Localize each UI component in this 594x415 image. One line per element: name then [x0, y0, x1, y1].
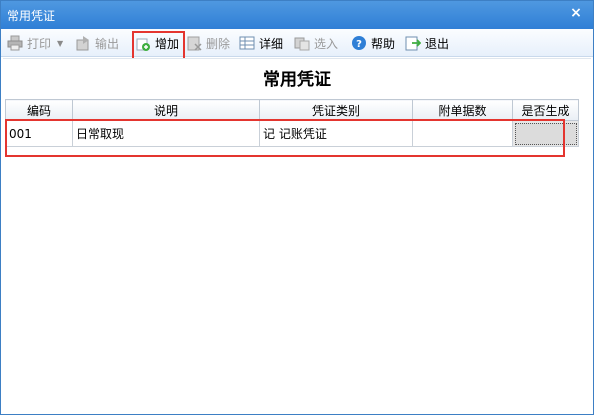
select-in-button[interactable]: 选入: [294, 33, 338, 53]
title-bar: 常用凭证 ×: [1, 1, 593, 29]
table-header-row: 编码 说明 凭证类别 附单据数 是否生成: [5, 99, 579, 121]
exit-label: 退出: [425, 36, 450, 51]
print-label: 打印: [27, 36, 52, 51]
add-button-highlight: [132, 31, 185, 60]
help-icon: ?: [351, 35, 367, 51]
column-header-code[interactable]: 编码: [5, 99, 73, 121]
detail-label: 详细: [259, 36, 284, 51]
help-label: 帮助: [371, 36, 396, 51]
chevron-down-icon[interactable]: ▼: [57, 39, 63, 48]
table-icon: [239, 35, 255, 51]
column-header-attachments[interactable]: 附单据数: [412, 99, 513, 121]
column-header-description[interactable]: 说明: [72, 99, 260, 121]
common-voucher-window: 常用凭证 × 打印 ▼ 输出 增加 删除 详细 选入 ? 帮助 退出 常用凭证 …: [0, 0, 594, 415]
delete-button[interactable]: 删除: [186, 33, 230, 53]
print-button[interactable]: 打印 ▼: [7, 33, 63, 53]
exit-icon: [405, 35, 421, 51]
row-highlight: [5, 119, 565, 157]
detail-button[interactable]: 详细: [239, 33, 283, 53]
toolbar: 打印 ▼ 输出 增加 删除 详细 选入 ? 帮助 退出: [1, 29, 593, 57]
delete-icon: [186, 35, 202, 51]
help-button[interactable]: ? 帮助: [351, 33, 395, 53]
column-header-voucher-type[interactable]: 凭证类别: [259, 99, 413, 121]
window-title: 常用凭证: [7, 9, 56, 23]
svg-text:?: ?: [356, 39, 362, 50]
select-in-label: 选入: [314, 36, 339, 51]
printer-icon: [7, 35, 23, 51]
main-panel: 常用凭证 编码 说明 凭证类别 附单据数 是否生成 001 日常取现 记 记账凭…: [3, 58, 591, 414]
export-icon: [75, 35, 91, 51]
page-title: 常用凭证: [263, 70, 331, 90]
close-icon[interactable]: ×: [569, 6, 583, 20]
column-header-generated[interactable]: 是否生成: [512, 99, 579, 121]
export-button[interactable]: 输出: [75, 33, 119, 53]
import-icon: [294, 35, 310, 51]
export-label: 输出: [95, 36, 120, 51]
delete-label: 删除: [206, 36, 231, 51]
exit-button[interactable]: 退出: [405, 33, 449, 53]
